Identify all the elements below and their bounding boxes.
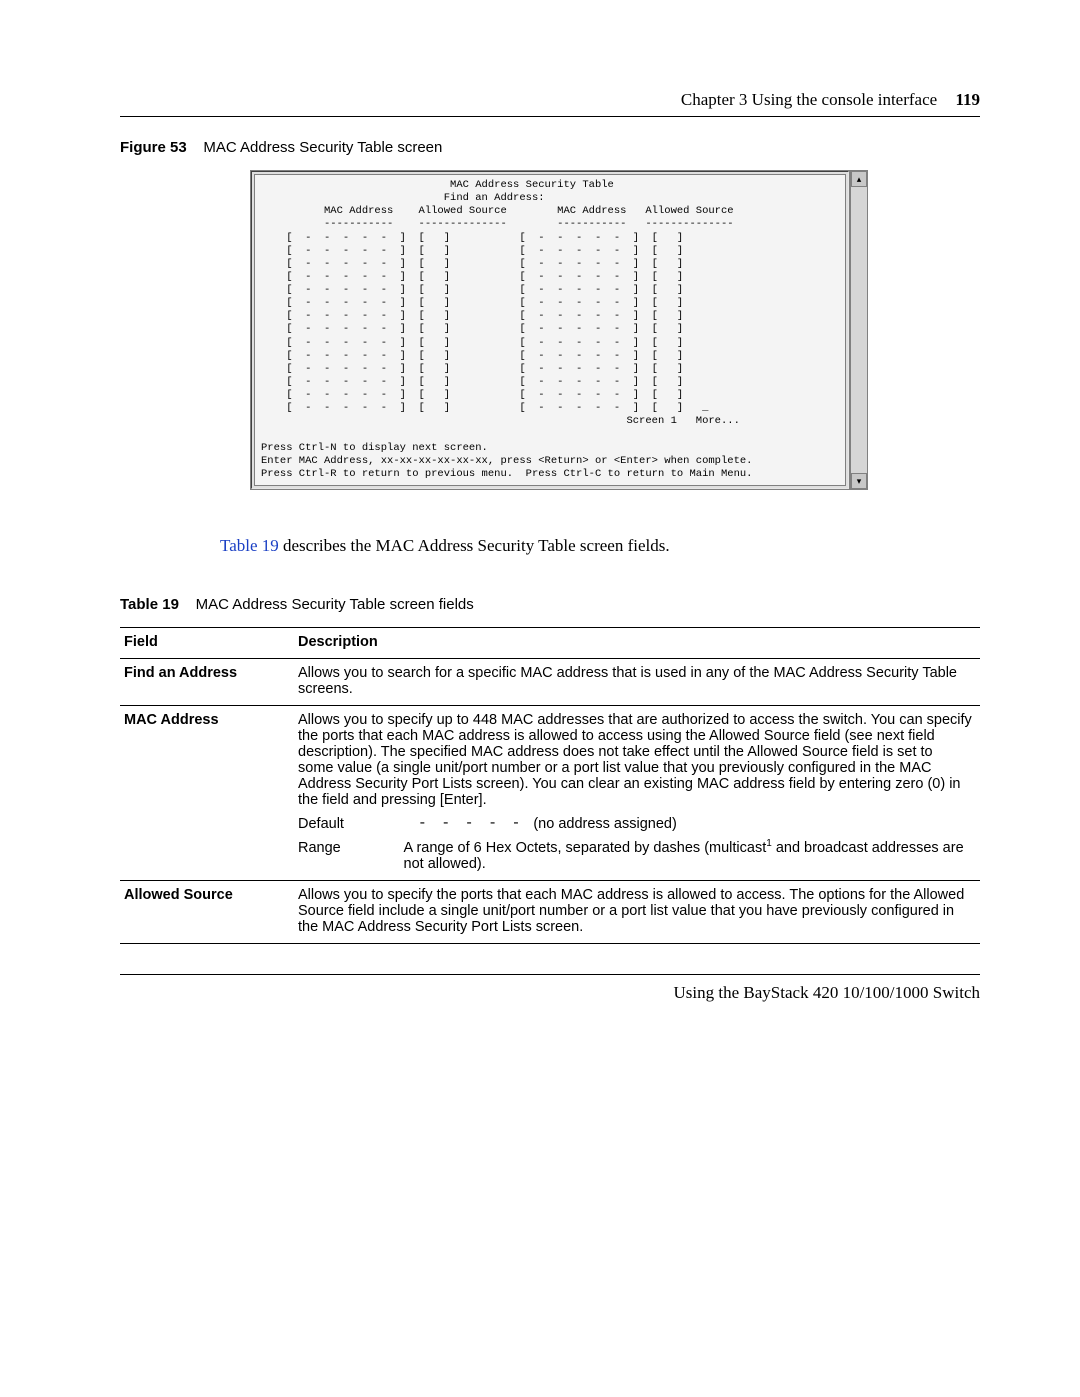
range-text-1: A range of 6 Hex Octets, separated by da… xyxy=(404,840,767,856)
default-value-mono: - - - - - xyxy=(418,816,523,832)
table-label: Table 19 xyxy=(120,596,179,613)
page-number: 119 xyxy=(955,90,980,109)
range-label: Range xyxy=(298,840,404,872)
default-row: Default - - - - - (no address assigned) xyxy=(298,816,972,832)
figure-label: Figure 53 xyxy=(120,139,187,156)
scroll-track[interactable] xyxy=(851,187,867,473)
running-head: Chapter 3 Using the console interface 11… xyxy=(120,90,980,110)
table-caption: Table 19 MAC Address Security Table scre… xyxy=(120,596,980,613)
chapter-title: Chapter 3 Using the console interface xyxy=(681,90,937,109)
mac-desc-text: Allows you to specify up to 448 MAC addr… xyxy=(298,712,972,808)
field-desc: Allows you to specify up to 448 MAC addr… xyxy=(294,705,980,880)
page: Chapter 3 Using the console interface 11… xyxy=(0,0,1080,1397)
scrollbar[interactable]: ▴ ▾ xyxy=(850,170,868,490)
footer-text: Using the BayStack 420 10/100/1000 Switc… xyxy=(120,983,980,1003)
range-row: Range A range of 6 Hex Octets, separated… xyxy=(298,840,972,872)
terminal-text: MAC Address Security Table Find an Addre… xyxy=(254,174,846,486)
table-row: MAC Address Allows you to specify up to … xyxy=(120,705,980,880)
field-name: MAC Address xyxy=(120,705,294,880)
scroll-down-button[interactable]: ▾ xyxy=(851,473,867,489)
default-value-paren: (no address assigned) xyxy=(533,816,676,832)
rule-bottom xyxy=(120,974,980,975)
field-desc: Allows you to specify the ports that eac… xyxy=(294,880,980,943)
col-head-desc: Description xyxy=(294,627,980,658)
table-row: Find an Address Allows you to search for… xyxy=(120,658,980,705)
field-desc: Allows you to search for a specific MAC … xyxy=(294,658,980,705)
table-caption-text: MAC Address Security Table screen fields xyxy=(196,596,474,613)
table-crossref-link[interactable]: Table 19 xyxy=(220,536,279,555)
rule-top xyxy=(120,116,980,117)
table-head-row: Field Description xyxy=(120,627,980,658)
figure-caption: Figure 53 MAC Address Security Table scr… xyxy=(120,139,980,156)
figure-followup-rest: describes the MAC Address Security Table… xyxy=(279,536,670,555)
terminal-screenshot: ▴ ▾ MAC Address Security Table Find an A… xyxy=(250,170,850,490)
range-text: A range of 6 Hex Octets, separated by da… xyxy=(404,840,972,872)
fields-table: Field Description Find an Address Allows… xyxy=(120,627,980,944)
scroll-up-button[interactable]: ▴ xyxy=(851,171,867,187)
col-head-field: Field xyxy=(120,627,294,658)
field-name: Find an Address xyxy=(120,658,294,705)
figure-followup-paragraph: Table 19 describes the MAC Address Secur… xyxy=(220,536,980,556)
table-row: Allowed Source Allows you to specify the… xyxy=(120,880,980,943)
figure-caption-text: MAC Address Security Table screen xyxy=(203,139,442,156)
default-label: Default xyxy=(298,816,418,832)
field-name: Allowed Source xyxy=(120,880,294,943)
